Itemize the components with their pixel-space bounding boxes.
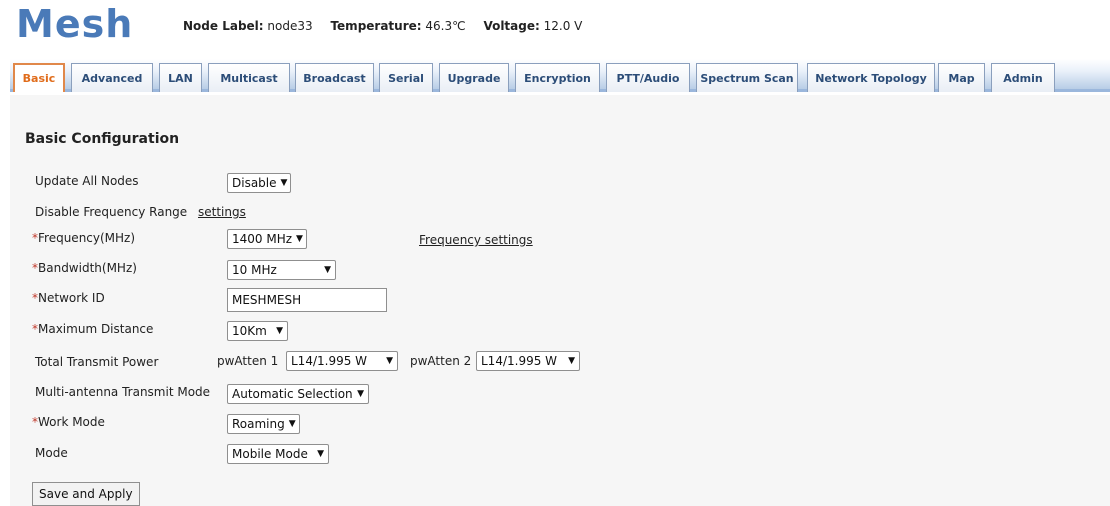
network-id-label: *Network ID <box>32 291 105 305</box>
voltage-value: 12.0 V <box>543 19 583 33</box>
chevron-down-icon: ▼ <box>324 265 331 275</box>
disable-frequency-range-label: Disable Frequency Range <box>35 205 188 219</box>
bandwidth-select[interactable]: 10 MHz ▼ <box>227 260 336 280</box>
chevron-down-icon: ▼ <box>386 356 393 366</box>
frequency-select[interactable]: 1400 MHz ▼ <box>227 229 307 249</box>
node-label-key: Node Label: <box>183 19 264 33</box>
tab-basic[interactable]: Basic <box>13 63 65 92</box>
chevron-down-icon: ▼ <box>276 326 283 336</box>
bandwidth-value: 10 MHz <box>232 263 277 277</box>
network-id-input[interactable]: MESHMESH <box>227 288 387 312</box>
chevron-down-icon: ▼ <box>568 356 575 366</box>
total-transmit-power-label: Total Transmit Power <box>35 355 159 369</box>
main-tab-bar: Basic Advanced LAN Multicast Broadcast S… <box>10 59 1110 92</box>
tab-admin[interactable]: Admin <box>991 63 1055 92</box>
multi-antenna-mode-select[interactable]: Automatic Selection ▼ <box>227 384 369 404</box>
frequency-label-text: Frequency(MHz) <box>38 231 136 245</box>
pw-atten-1-label: pwAtten 1 <box>217 354 279 368</box>
tab-broadcast[interactable]: Broadcast <box>295 63 374 92</box>
tab-encryption[interactable]: Encryption <box>515 63 600 92</box>
chevron-down-icon: ▼ <box>296 234 303 244</box>
frequency-label: *Frequency(MHz) <box>32 231 135 245</box>
disable-frequency-settings-link[interactable]: settings <box>198 205 246 219</box>
save-and-apply-button[interactable]: Save and Apply <box>32 482 140 506</box>
mode-select[interactable]: Mobile Mode ▼ <box>227 444 329 464</box>
chevron-down-icon: ▼ <box>288 419 296 429</box>
update-all-nodes-select[interactable]: Disable ▼ <box>227 173 291 193</box>
tab-ptt-audio[interactable]: PTT/Audio <box>606 63 690 92</box>
work-mode-label-text: Work Mode <box>38 415 105 429</box>
maximum-distance-value: 10Km <box>232 324 267 338</box>
temperature-key: Temperature: <box>330 19 422 33</box>
tab-advanced[interactable]: Advanced <box>71 63 153 92</box>
multi-antenna-mode-value: Automatic Selection <box>232 387 353 401</box>
tab-upgrade[interactable]: Upgrade <box>439 63 509 92</box>
update-all-nodes-label: Update All Nodes <box>35 174 139 188</box>
frequency-settings-link[interactable]: Frequency settings <box>419 233 533 247</box>
tab-network-topology[interactable]: Network Topology <box>807 63 935 92</box>
bandwidth-label: *Bandwidth(MHz) <box>32 261 137 275</box>
pw-atten-2-value: L14/1.995 W <box>481 354 558 368</box>
maximum-distance-label: *Maximum Distance <box>32 322 153 336</box>
node-label-value: node33 <box>267 19 313 33</box>
chevron-down-icon: ▼ <box>317 449 324 459</box>
maximum-distance-label-text: Maximum Distance <box>38 322 154 336</box>
multi-antenna-mode-label: Multi-antenna Transmit Mode <box>35 385 211 399</box>
pw-atten-1-select[interactable]: L14/1.995 W ▼ <box>286 351 398 371</box>
basic-config-panel: Basic Configuration Update All Nodes Dis… <box>10 95 1110 506</box>
tab-map[interactable]: Map <box>938 63 985 92</box>
work-mode-value: Roaming <box>232 417 285 431</box>
tab-spectrum-scan[interactable]: Spectrum Scan <box>696 63 798 92</box>
network-id-label-text: Network ID <box>38 291 105 305</box>
app-logo: Mesh <box>16 2 134 46</box>
chevron-down-icon: ▼ <box>357 389 364 399</box>
mode-value: Mobile Mode <box>232 447 308 461</box>
node-status-bar: Node Label: node33 Temperature: 46.3℃ Vo… <box>183 19 582 33</box>
tab-serial[interactable]: Serial <box>379 63 433 92</box>
temperature-value: 46.3℃ <box>425 19 466 33</box>
tab-multicast[interactable]: Multicast <box>208 63 290 92</box>
frequency-value: 1400 MHz <box>232 232 293 246</box>
mode-label: Mode <box>35 446 68 460</box>
chevron-down-icon: ▼ <box>280 178 288 188</box>
maximum-distance-select[interactable]: 10Km ▼ <box>227 321 288 341</box>
pw-atten-2-select[interactable]: L14/1.995 W ▼ <box>476 351 580 371</box>
tab-lan[interactable]: LAN <box>159 63 202 92</box>
voltage-key: Voltage: <box>483 19 540 33</box>
work-mode-label: *Work Mode <box>32 415 105 429</box>
page-title: Basic Configuration <box>25 131 180 147</box>
bandwidth-label-text: Bandwidth(MHz) <box>38 261 137 275</box>
pw-atten-2-label: pwAtten 2 <box>410 354 472 368</box>
pw-atten-1-value: L14/1.995 W <box>291 354 368 368</box>
work-mode-select[interactable]: Roaming ▼ <box>227 414 300 434</box>
update-all-nodes-value: Disable <box>232 176 277 190</box>
